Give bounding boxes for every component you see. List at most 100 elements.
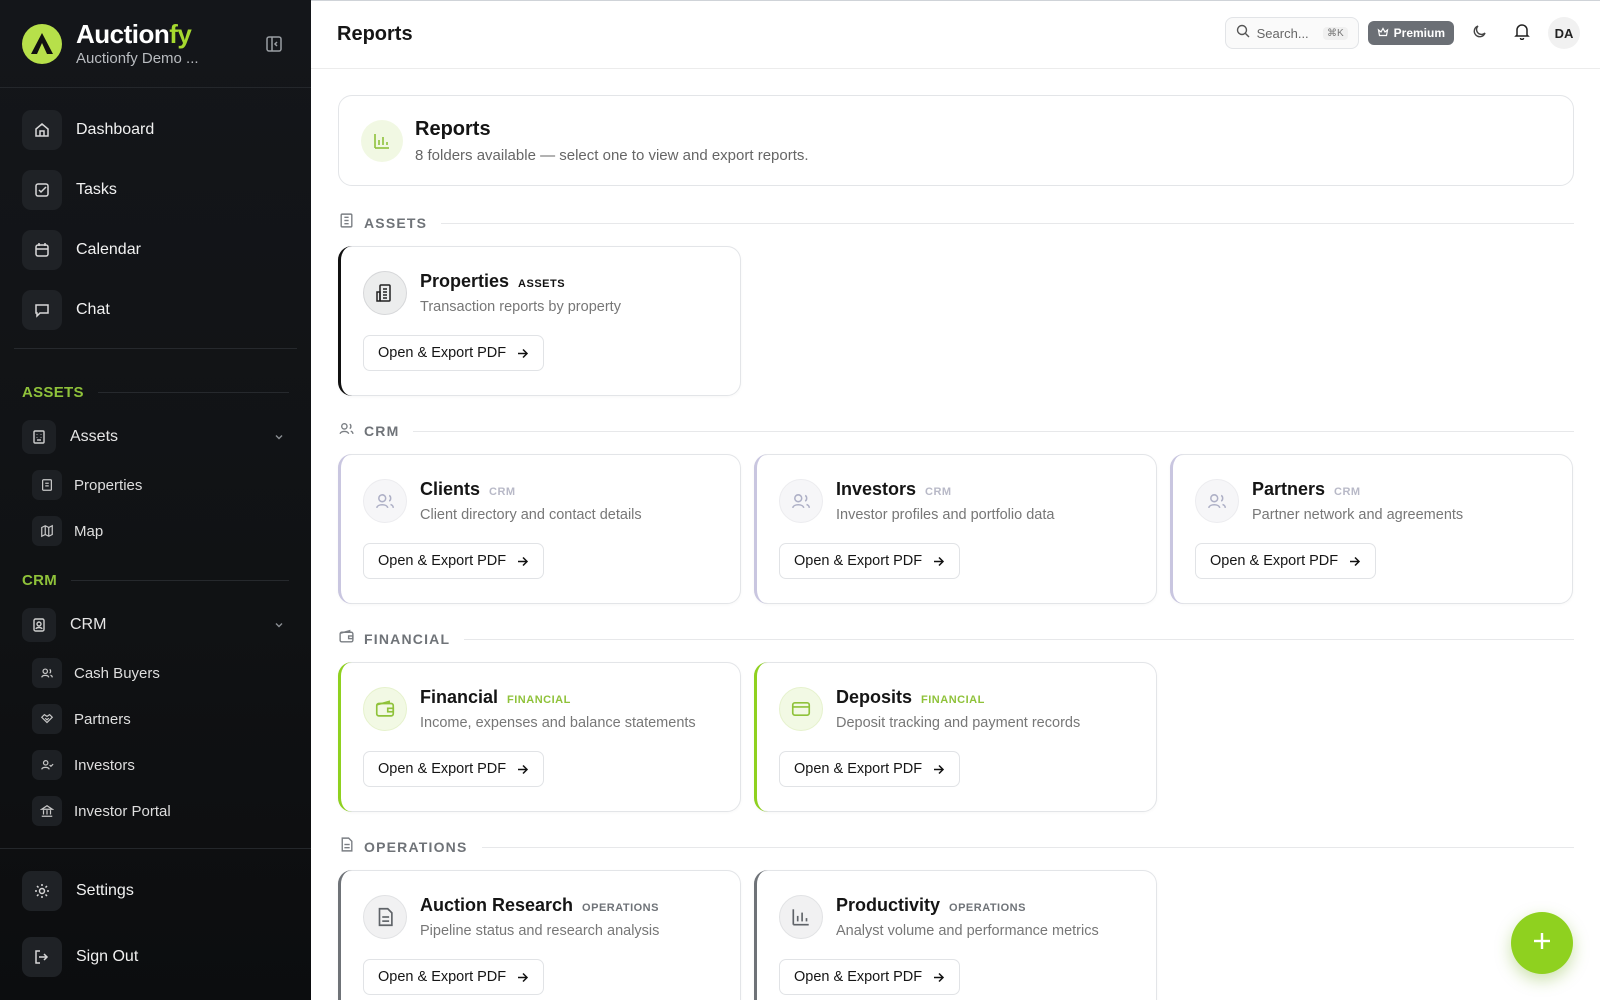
- reports-hero: Reports 8 folders available — select one…: [338, 95, 1574, 186]
- calendar-icon: [22, 230, 62, 270]
- nav-item-tasks[interactable]: Tasks: [22, 168, 289, 212]
- section-crm: CRM Clients CRM Client directory and cont…: [338, 420, 1574, 604]
- open-export-pdf-button[interactable]: Open & Export PDF: [363, 959, 545, 995]
- arrow-right-icon: [1350, 556, 1361, 566]
- add-button[interactable]: [1511, 912, 1573, 974]
- section-divider: [441, 222, 1574, 224]
- users-icon: [338, 420, 355, 442]
- building-icon: [338, 212, 355, 234]
- section-name: OPERATIONS: [364, 839, 468, 855]
- card-tag: OPERATIONS: [582, 902, 659, 914]
- sidebar-item-map[interactable]: Map: [32, 514, 289, 548]
- report-card-clients[interactable]: Clients CRM Client directory and contact …: [338, 454, 741, 604]
- section-divider: [413, 430, 1574, 432]
- wallet-icon: [363, 687, 407, 731]
- card-title: Financial: [420, 687, 499, 707]
- moon-icon: [1472, 23, 1488, 44]
- dark-mode-toggle[interactable]: [1464, 17, 1496, 49]
- card-description: Pipeline status and research analysis: [420, 923, 660, 939]
- sidebar-section-crm: CRM: [22, 568, 289, 592]
- nav-label: Chat: [76, 301, 110, 318]
- building-icon: [32, 470, 62, 500]
- open-export-pdf-button[interactable]: Open & Export PDF: [363, 751, 545, 787]
- nav-item-settings[interactable]: Settings: [22, 869, 289, 913]
- nav-label: Calendar: [76, 241, 141, 258]
- card-tag: CRM: [1334, 486, 1361, 498]
- collapse-sidebar-icon[interactable]: [265, 35, 283, 53]
- plus-icon: [1530, 929, 1554, 958]
- main-nav: Dashboard Tasks Calendar Chat: [0, 88, 311, 332]
- brand-name: Auctionfy: [76, 19, 192, 49]
- open-export-pdf-button[interactable]: Open & Export PDF: [1195, 543, 1377, 579]
- handshake-icon: [32, 704, 62, 734]
- sub-label: Investor Portal: [74, 802, 171, 820]
- open-export-pdf-button[interactable]: Open & Export PDF: [363, 543, 545, 579]
- card-description: Client directory and contact details: [420, 507, 642, 523]
- report-card-deposits[interactable]: Deposits FINANCIAL Deposit tracking and p…: [754, 662, 1157, 812]
- building-icon: [363, 271, 407, 315]
- search-placeholder: Search...: [1256, 25, 1309, 41]
- premium-label: Premium: [1393, 26, 1445, 40]
- chat-icon: [22, 290, 62, 330]
- card-tag: FINANCIAL: [507, 694, 571, 706]
- nav-label: Dashboard: [76, 121, 155, 138]
- home-icon: [22, 110, 62, 150]
- card-description: Investor profiles and portfolio data: [836, 507, 1055, 523]
- nav-item-calendar[interactable]: Calendar: [22, 228, 289, 272]
- section-name: ASSETS: [364, 215, 428, 231]
- bank-icon: [32, 796, 62, 826]
- sub-label: Map: [74, 522, 104, 540]
- bar-chart-icon: [779, 895, 823, 939]
- nav-item-sign-out[interactable]: Sign Out: [22, 935, 289, 979]
- brand-header: Auctionfy Auctionfy Demo ...: [0, 0, 311, 88]
- premium-badge[interactable]: Premium: [1367, 21, 1454, 45]
- notifications-button[interactable]: [1506, 17, 1538, 49]
- bar-chart-icon: [361, 119, 403, 162]
- group-label: CRM: [70, 616, 107, 633]
- search-input[interactable]: Search... ⌘K: [1224, 17, 1359, 49]
- search-icon: [1236, 24, 1250, 43]
- report-card-productivity[interactable]: Productivity OPERATIONS Analyst volume an…: [754, 870, 1157, 1000]
- sidebar-item-investor-portal[interactable]: Investor Portal: [32, 794, 289, 828]
- open-export-pdf-button[interactable]: Open & Export PDF: [779, 751, 961, 787]
- card-title: Deposits: [836, 687, 913, 707]
- section-title: CRM: [22, 571, 58, 589]
- page-title: Reports: [337, 23, 413, 45]
- nav-item-chat[interactable]: Chat: [22, 288, 289, 332]
- report-card-investors[interactable]: Investors CRM Investor profiles and portf…: [754, 454, 1157, 604]
- section-financial: FINANCIAL Financial FINANCIAL Income, exp…: [338, 628, 1574, 812]
- open-export-pdf-button[interactable]: Open & Export PDF: [779, 543, 961, 579]
- card-tag: CRM: [489, 486, 516, 498]
- gear-icon: [22, 871, 62, 911]
- users-icon: [1195, 479, 1239, 523]
- sidebar-section-assets: ASSETS: [22, 380, 289, 404]
- report-card-properties[interactable]: Properties ASSETS Transaction reports by …: [338, 246, 741, 396]
- section-divider: [71, 579, 289, 581]
- reports-content: Reports 8 folders available — select one…: [311, 69, 1600, 1000]
- sub-label: Cash Buyers: [74, 664, 160, 682]
- open-export-pdf-button[interactable]: Open & Export PDF: [363, 335, 545, 371]
- nav-item-dashboard[interactable]: Dashboard: [22, 108, 289, 152]
- report-card-financial[interactable]: Financial FINANCIAL Income, expenses and …: [338, 662, 741, 812]
- avatar[interactable]: DA: [1548, 17, 1580, 49]
- sidebar-item-properties[interactable]: Properties: [32, 468, 289, 502]
- report-card-auction-research[interactable]: Auction Research OPERATIONS Pipeline stat…: [338, 870, 741, 1000]
- sidebar-item-cash-buyers[interactable]: Cash Buyers: [32, 656, 289, 690]
- sub-label: Properties: [74, 476, 143, 494]
- auctionfy-logo-icon: [22, 23, 62, 64]
- users-icon: [32, 658, 62, 688]
- card-title: Productivity: [836, 895, 941, 915]
- nav-label: Sign Out: [76, 948, 139, 965]
- workspace-name: Auctionfy Demo ...: [76, 50, 199, 67]
- sidebar-divider: [14, 348, 297, 349]
- card-tag: CRM: [925, 486, 952, 498]
- open-export-pdf-button[interactable]: Open & Export PDF: [779, 959, 961, 995]
- sidebar-item-partners[interactable]: Partners: [32, 702, 289, 736]
- sidebar-group-assets[interactable]: Assets: [22, 418, 289, 456]
- sidebar-group-crm[interactable]: CRM: [22, 606, 289, 644]
- card-title: Partners: [1252, 479, 1326, 499]
- card-description: Analyst volume and performance metrics: [836, 923, 1099, 939]
- report-card-partners[interactable]: Partners CRM Partner network and agreemen…: [1170, 454, 1573, 604]
- sign-out-icon: [22, 937, 62, 977]
- sidebar-item-investors[interactable]: Investors: [32, 748, 289, 782]
